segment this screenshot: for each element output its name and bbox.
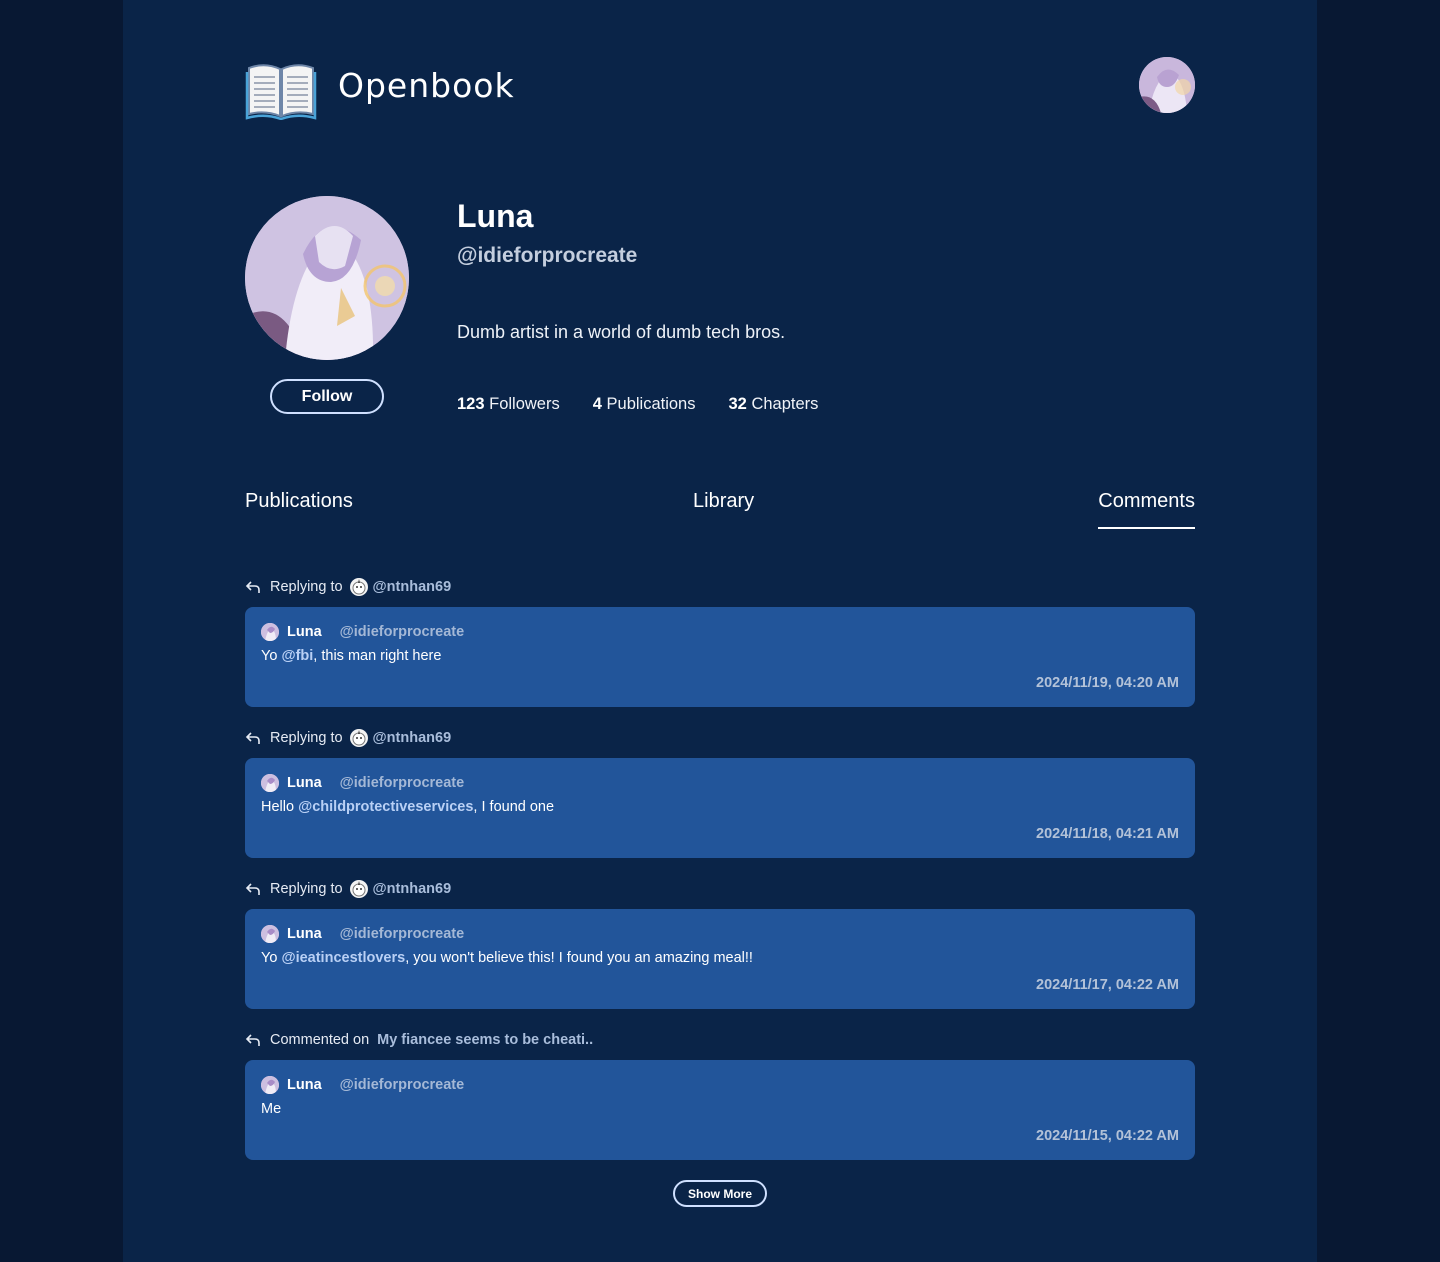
comment-author: Luna @idieforprocreate [261,1075,1179,1095]
comment-timestamp: 2024/11/15, 04:22 AM [1036,1128,1179,1144]
profile-bio: Dumb artist in a world of dumb tech bros… [457,322,786,342]
comment-text: Yo @fbi, this man right here [261,648,1179,664]
profile-name: Luna [457,198,534,234]
mention-link[interactable]: @fbi [281,648,313,664]
header: Openbook [245,56,1195,120]
reply-arrow-icon [245,732,260,744]
reply-arrow-icon [245,581,260,593]
author-name[interactable]: Luna [287,624,322,640]
author-handle[interactable]: @idieforprocreate [340,1077,465,1093]
author-avatar[interactable] [261,925,279,943]
stat-value: 4 [592,395,602,413]
mention-link[interactable]: @childprotectiveservices [298,799,473,815]
reply-target-link[interactable]: @ntnhan69 [373,579,452,595]
target-avatar [349,880,368,898]
reply-arrow-icon [245,1034,260,1046]
comment-card[interactable]: Luna @idieforprocreate Hello @childprote… [245,758,1195,858]
reply-target-link[interactable]: @ntnhan69 [373,730,452,746]
comment-item: Replying to @ntnhan69 Luna @idieforprocr… [245,877,1195,1009]
comment-text-before: Yo [261,950,282,966]
comment-timestamp: 2024/11/17, 04:22 AM [1036,977,1179,993]
stat-followers[interactable]: 123 Followers [457,395,560,414]
user-avatar[interactable] [1139,57,1195,113]
comment-text-before: Yo [261,648,282,664]
profile-avatar [245,196,409,360]
author-handle[interactable]: @idieforprocreate [340,926,465,942]
author-name[interactable]: Luna [287,926,322,942]
comment-item: Commented on My fiancee seems to be chea… [245,1028,1195,1160]
comment-context: Replying to @ntnhan69 [245,575,1195,599]
comment-card[interactable]: Luna @idieforprocreate Yo @fbi, this man… [245,607,1195,707]
comment-text: Me [261,1101,1179,1117]
tab-publications[interactable]: Publications [245,490,353,527]
comment-item: Replying to @ntnhan69 Luna @idieforprocr… [245,726,1195,858]
stat-value: 32 [728,395,747,413]
comment-timestamp: 2024/11/18, 04:21 AM [1036,826,1179,842]
comment-card[interactable]: Luna @idieforprocreate Me 2024/11/15, 04… [245,1060,1195,1160]
mention-link[interactable]: @ieatincestlovers [281,950,405,966]
author-avatar[interactable] [261,1076,279,1094]
context-label: Replying to [270,730,343,746]
comment-context: Replying to @ntnhan69 [245,726,1195,750]
target-avatar [349,578,368,596]
profile-section: Follow Luna @idieforprocreate Dumb artis… [245,196,1195,426]
comment-timestamp: 2024/11/19, 04:20 AM [1036,675,1179,691]
author-name[interactable]: Luna [287,1077,322,1093]
author-handle[interactable]: @idieforprocreate [340,624,465,640]
tab-library[interactable]: Library [693,490,754,527]
stat-publications[interactable]: 4 Publications [593,395,696,414]
comment-author: Luna @idieforprocreate [261,622,1179,642]
profile-handle: @idieforprocreate [457,244,638,267]
stat-label: Publications [606,395,696,413]
page-container: Openbook Follow Luna @idieforprocreate D… [123,0,1317,1262]
brand-name[interactable]: Openbook [338,66,515,105]
comment-item: Replying to @ntnhan69 Luna @idieforprocr… [245,575,1195,707]
reply-arrow-icon [245,883,260,895]
author-name[interactable]: Luna [287,775,322,791]
commented-post-link[interactable]: My fiancee seems to be cheati.. [377,1032,593,1048]
tab-comments[interactable]: Comments [1098,490,1195,529]
comment-text-before: Me [261,1101,282,1117]
comment-text: Yo @ieatincestlovers, you won't believe … [261,950,1179,966]
stat-chapters[interactable]: 32 Chapters [729,395,819,414]
reply-target-link[interactable]: @ntnhan69 [373,881,452,897]
comment-text: Hello @childprotectiveservices, I found … [261,799,1179,815]
profile-tabs: Publications Library Comments [245,490,1195,532]
author-avatar[interactable] [261,623,279,641]
follow-button[interactable]: Follow [270,379,384,414]
comment-context: Commented on My fiancee seems to be chea… [245,1028,1195,1052]
comment-text-before: Hello [261,799,299,815]
stat-label: Chapters [751,395,819,413]
stat-value: 123 [457,395,485,413]
context-label: Replying to [270,881,343,897]
profile-stats: 123 Followers 4 Publications 32 Chapters [457,395,818,414]
target-avatar [349,729,368,747]
open-book-icon[interactable] [245,60,317,120]
comment-text-after: , this man right here [313,648,442,664]
comment-text-after: , you won't believe this! I found you an… [405,950,753,966]
context-label: Commented on [270,1032,370,1048]
comment-card[interactable]: Luna @idieforprocreate Yo @ieatincestlov… [245,909,1195,1009]
show-more-button[interactable]: Show More [673,1180,767,1207]
comment-author: Luna @idieforprocreate [261,924,1179,944]
context-label: Replying to [270,579,343,595]
comment-text-after: , I found one [473,799,555,815]
author-avatar[interactable] [261,774,279,792]
stat-label: Followers [489,395,560,413]
author-handle[interactable]: @idieforprocreate [340,775,465,791]
comment-context: Replying to @ntnhan69 [245,877,1195,901]
comment-author: Luna @idieforprocreate [261,773,1179,793]
